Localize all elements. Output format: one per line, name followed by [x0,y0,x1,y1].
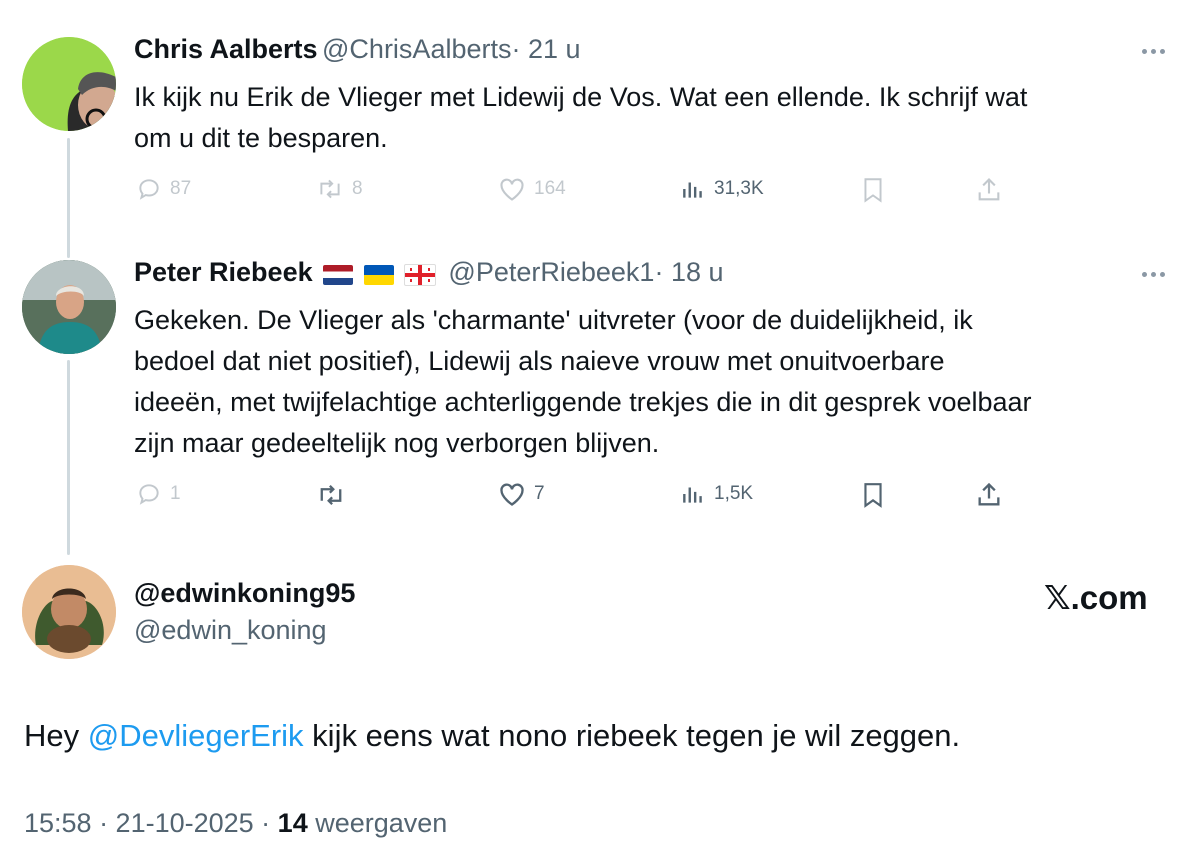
view-label: weergaven [307,808,448,838]
views-icon [683,487,702,503]
tweet1-handle[interactable]: @ChrisAalberts [322,34,511,64]
reply-count: 1 [170,483,181,504]
main-display-name[interactable]: @edwinkoning95 [134,578,355,609]
tweet2-text-line: zijn maar gedeeltelijk nog verborgen bli… [134,428,660,458]
avatar-edwin-image [22,565,116,659]
views-count: 31,3K [714,178,764,199]
heart-icon [500,178,524,201]
tweet2-text: Gekeken. De Vlieger als 'charmante' uitv… [134,300,1032,464]
reply-button[interactable]: 1 [136,481,181,507]
tweet2-header: Peter Riebeek @PeterRiebeek1· 18 u [134,257,724,288]
bookmark-icon [864,483,882,508]
repost-icon [320,179,340,199]
like-button[interactable]: 7 [498,481,545,507]
more-options-icon[interactable] [1142,272,1165,277]
tweet1-text-line: om u dit te besparen. [134,123,388,153]
tweet-timestamp[interactable]: 15:58 · 21-10-2025 · [24,808,278,838]
repost-button[interactable]: 8 [316,176,363,202]
tweet2-name[interactable]: Peter Riebeek [134,257,313,287]
tweet1-text-line: Ik kijk nu Erik de Vlieger met Lidewij d… [134,82,1028,112]
avatar-chris-image [22,37,116,131]
repost-button[interactable] [316,481,346,509]
thread-line [67,360,70,555]
views-button[interactable]: 31,3K [680,176,764,202]
views-count: 1,5K [714,483,754,504]
tweet-meta: 15:58 · 21-10-2025 · 14 weergaven [24,808,447,839]
thread-line [67,138,70,258]
main-text-before: Hey [24,718,88,753]
tweet2-text-line: bedoel dat niet positief), Lidewij als n… [134,346,945,376]
tweet2-time[interactable]: · 18 u [654,257,723,287]
reply-count: 87 [170,178,192,199]
tweet2-text-line: Gekeken. De Vlieger als 'charmante' uitv… [134,305,973,335]
repost-icon [320,484,342,506]
bookmark-button[interactable] [860,481,886,509]
flag-georgia-icon [403,263,436,286]
share-icon [978,178,1000,201]
tweet1-header: Chris Aalberts @ChrisAalberts· 21 u [134,34,581,65]
tweet1-name[interactable]: Chris Aalberts [134,34,318,64]
mention-link[interactable]: @DevliegerErik [88,718,304,753]
avatar-chris[interactable] [22,37,116,131]
view-count: 14 [277,808,308,838]
like-count: 164 [534,178,566,199]
bookmark-icon [864,178,882,203]
like-count: 7 [534,483,545,504]
reply-button[interactable]: 87 [136,176,191,202]
share-button[interactable] [975,481,1003,509]
tweet2-text-line: ideeën, met twijfelachtige achterliggend… [134,387,1032,417]
like-button[interactable]: 164 [498,176,566,202]
avatar-edwin[interactable] [22,565,116,659]
heart-icon [500,483,524,506]
flag-ukraine-icon [363,264,394,285]
views-icon [683,182,702,198]
share-button[interactable] [975,176,1003,204]
x-com-logo[interactable]: 𝕏.com [1044,578,1148,617]
tweet1-text: Ik kijk nu Erik de Vlieger met Lidewij d… [134,77,1027,159]
main-handle[interactable]: @edwin_koning [134,615,327,646]
reply-icon [139,484,159,505]
main-text-after: kijk eens wat nono riebeek tegen je wil … [303,718,961,753]
avatar-peter-image [22,260,116,354]
more-options-icon[interactable] [1142,49,1165,54]
views-button[interactable]: 1,5K [680,481,753,507]
bookmark-button[interactable] [860,176,886,204]
tweet1-time[interactable]: · 21 u [511,34,580,64]
share-icon [978,482,1000,506]
flag-netherlands-icon [323,264,354,285]
reply-icon [139,179,159,200]
avatar-peter[interactable] [22,260,116,354]
repost-count: 8 [352,178,363,199]
tweet2-handle[interactable]: @PeterRiebeek1 [448,257,654,287]
main-tweet-text: Hey @DevliegerErik kijk eens wat nono ri… [24,718,960,754]
